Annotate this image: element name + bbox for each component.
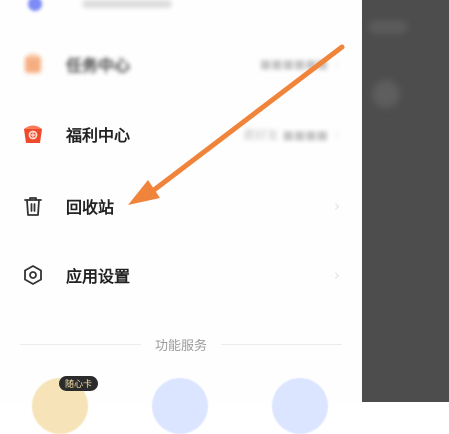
- annotation-arrow-icon: [128, 44, 345, 205]
